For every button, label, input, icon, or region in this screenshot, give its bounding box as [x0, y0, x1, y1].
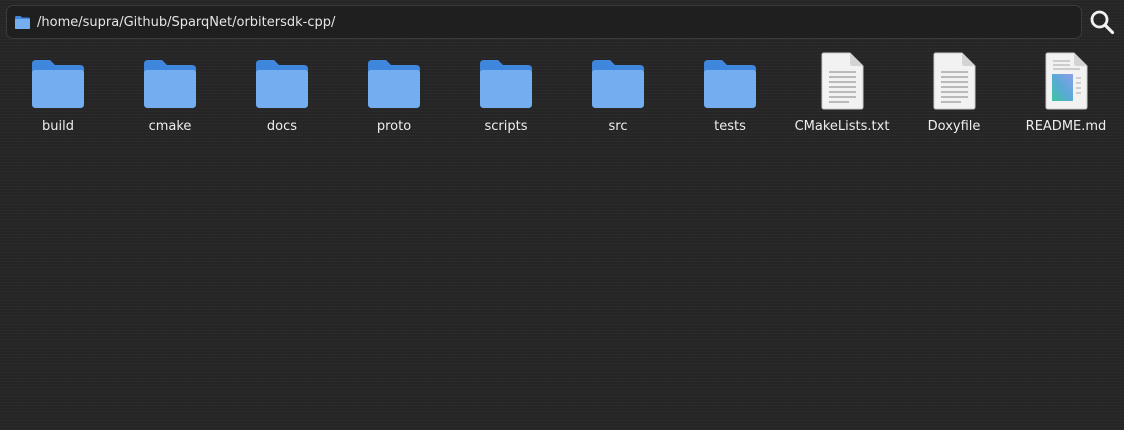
folder-icon	[588, 50, 648, 110]
item-label: proto	[376, 119, 412, 134]
folder-icon	[252, 50, 312, 110]
item-label: src	[608, 119, 628, 134]
folder-item-tests[interactable]: tests	[674, 50, 786, 145]
item-label: CMakeLists.txt	[794, 119, 890, 134]
item-label: cmake	[148, 119, 192, 134]
file-item-doxyfile[interactable]: Doxyfile	[898, 50, 1010, 145]
item-label: tests	[714, 119, 746, 134]
search-icon	[1089, 9, 1115, 35]
folder-icon	[140, 50, 200, 110]
location-path[interactable]: /home/supra/Github/SparqNet/orbitersdk-c…	[37, 15, 335, 30]
file-grid: build cmake docs proto scripts src tests…	[2, 50, 1122, 145]
folder-icon	[700, 50, 760, 110]
folder-item-docs[interactable]: docs	[226, 50, 338, 145]
file-item-readme[interactable]: README.md	[1010, 50, 1122, 145]
folder-icon	[476, 50, 536, 110]
search-button[interactable]	[1087, 7, 1117, 37]
folder-icon	[364, 50, 424, 110]
folder-item-build[interactable]: build	[2, 50, 114, 145]
item-label: Doxyfile	[927, 119, 981, 134]
item-label: docs	[266, 119, 298, 134]
folder-item-cmake[interactable]: cmake	[114, 50, 226, 145]
text-file-icon	[812, 50, 872, 110]
folder-icon	[14, 14, 31, 30]
item-label: scripts	[484, 119, 528, 134]
folder-item-proto[interactable]: proto	[338, 50, 450, 145]
markdown-file-icon	[1036, 50, 1096, 110]
item-label: build	[42, 119, 74, 134]
folder-item-scripts[interactable]: scripts	[450, 50, 562, 145]
file-item-cmakelists[interactable]: CMakeLists.txt	[786, 50, 898, 145]
folder-icon	[28, 50, 88, 110]
item-label: README.md	[1025, 119, 1107, 134]
location-bar[interactable]: /home/supra/Github/SparqNet/orbitersdk-c…	[6, 5, 1082, 39]
text-file-icon	[924, 50, 984, 110]
folder-item-src[interactable]: src	[562, 50, 674, 145]
